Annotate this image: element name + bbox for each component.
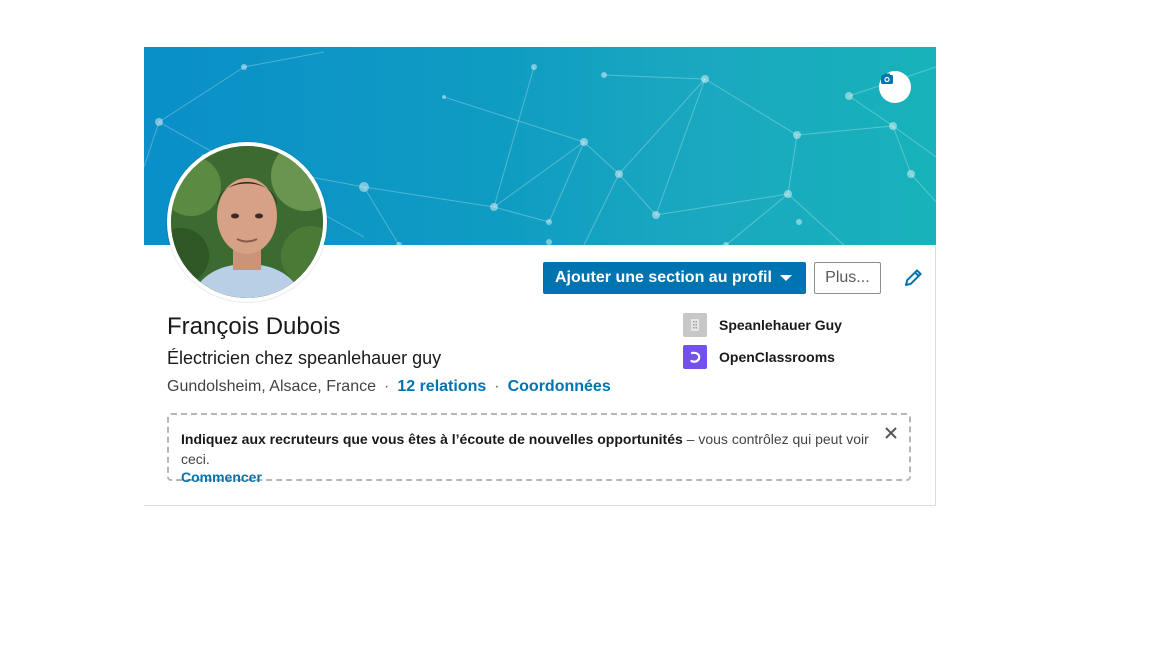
profile-photo[interactable] — [167, 142, 327, 302]
current-company-item[interactable]: Speanlehauer Guy — [683, 313, 842, 337]
profile-meta: Gundolsheim, Alsace, France · 12 relatio… — [167, 378, 611, 396]
contact-info-link[interactable]: Coordonnées — [508, 378, 611, 396]
camera-icon — [881, 73, 893, 84]
profile-location: Gundolsheim, Alsace, France — [167, 378, 376, 395]
company-icon — [683, 313, 707, 337]
edit-profile-button[interactable] — [899, 264, 927, 292]
add-profile-section-button[interactable]: Ajouter une section au profil — [543, 262, 806, 294]
more-button[interactable]: Plus... — [813, 262, 881, 294]
relations-link[interactable]: 12 relations — [397, 378, 486, 396]
close-icon — [885, 427, 897, 439]
open-to-opportunities-notice: Indiquez aux recruteurs que vous êtes à … — [167, 413, 911, 485]
edit-banner-button[interactable] — [879, 71, 911, 103]
dismiss-button[interactable] — [883, 425, 899, 441]
education-item[interactable]: OpenClassrooms — [683, 345, 842, 369]
caret-down-icon — [779, 275, 792, 281]
school-label: OpenClassrooms — [719, 349, 835, 365]
avatar-photo — [171, 146, 323, 298]
notice-text: Indiquez aux recruteurs que vous êtes à … — [181, 429, 897, 469]
profile-card: Ajouter une section au profil Plus... Fr… — [144, 47, 936, 506]
start-link[interactable]: Commencer — [181, 469, 262, 485]
profile-highlights: Speanlehauer Guy OpenClassrooms — [683, 313, 842, 377]
profile-actions: Ajouter une section au profil Plus... — [543, 262, 927, 294]
notice-bold-text: Indiquez aux recruteurs que vous êtes à … — [181, 431, 683, 447]
separator-dot: · — [494, 378, 500, 395]
openclassrooms-logo-icon — [683, 345, 707, 369]
separator-dot: · — [384, 378, 390, 395]
company-label: Speanlehauer Guy — [719, 317, 842, 333]
profile-name: François Dubois — [167, 313, 341, 340]
avatar — [171, 146, 323, 298]
add-section-label: Ajouter une section au profil — [555, 269, 772, 286]
pencil-icon — [904, 269, 922, 286]
profile-headline: Électricien chez speanlehauer guy — [167, 348, 442, 368]
